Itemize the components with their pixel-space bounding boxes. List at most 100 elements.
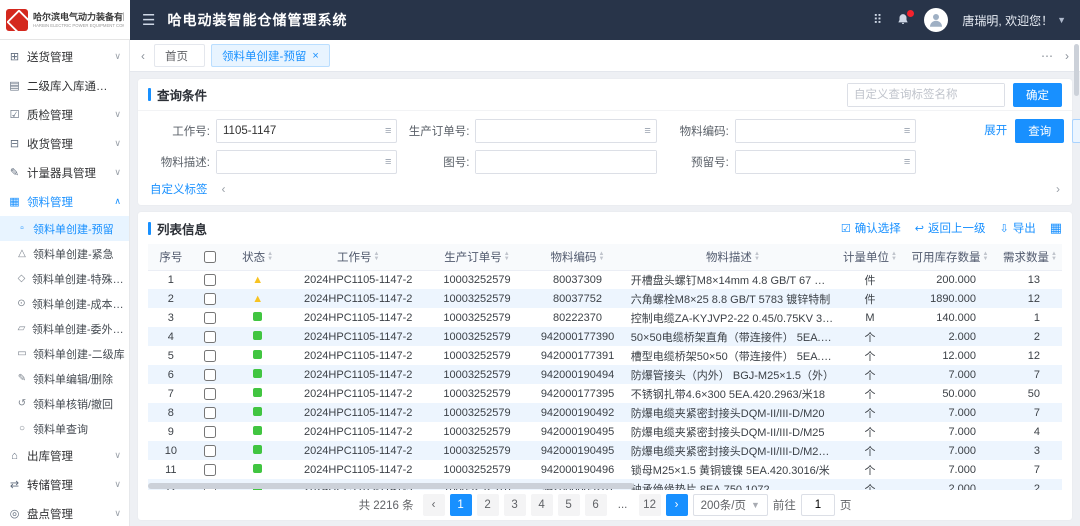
- sidebar-item[interactable]: 转储管理: [0, 470, 129, 499]
- table-row[interactable]: 11 2024HPC1105-1147-2 10003252579 942000…: [148, 460, 1062, 479]
- user-menu[interactable]: 唐瑞明, 欢迎您！ ▼: [962, 12, 1066, 29]
- row-checkbox[interactable]: [204, 407, 216, 419]
- custom-tag-link[interactable]: 自定义标签: [150, 181, 208, 197]
- sidebar-item[interactable]: 送货管理: [0, 42, 129, 71]
- back-button[interactable]: ↩返回上一级: [915, 220, 986, 236]
- order-no-input[interactable]: [476, 120, 642, 142]
- tags-scroll-left-icon[interactable]: ‹: [222, 182, 226, 196]
- list-select-icon[interactable]: ≡: [642, 125, 655, 137]
- row-checkbox[interactable]: [204, 312, 216, 324]
- table-row[interactable]: 2 2024HPC1105-1147-2 10003252579 8003775…: [148, 289, 1062, 308]
- row-checkbox[interactable]: [204, 293, 216, 305]
- list-select-icon[interactable]: ≡: [902, 156, 915, 168]
- sidebar-subitem[interactable]: 领料单创建-特殊项目: [0, 266, 129, 291]
- tabs-scroll-right-icon[interactable]: ›: [1062, 49, 1072, 63]
- sort-icon[interactable]: ▲▼: [373, 252, 379, 262]
- sort-icon[interactable]: ▲▼: [504, 252, 510, 262]
- tabs-scroll-left-icon[interactable]: ‹: [138, 49, 148, 63]
- table-row[interactable]: 1 2024HPC1105-1147-2 10003252579 8003730…: [148, 270, 1062, 289]
- tab[interactable]: 领料单创建-预留: [211, 44, 330, 67]
- page-button[interactable]: ...: [612, 494, 634, 516]
- horizontal-scrollbar[interactable]: [148, 483, 634, 489]
- table-row[interactable]: 9 2024HPC1105-1147-2 10003252579 9420001…: [148, 422, 1062, 441]
- row-checkbox[interactable]: [204, 426, 216, 438]
- list-select-icon[interactable]: ≡: [383, 156, 396, 168]
- sidebar-subitem[interactable]: 领料单创建-预留: [0, 216, 129, 241]
- tags-scroll-right-icon[interactable]: ›: [1056, 182, 1060, 196]
- expand-link[interactable]: 展开: [984, 119, 1007, 143]
- material-code-input[interactable]: [736, 120, 902, 142]
- row-checkbox[interactable]: [204, 464, 216, 476]
- close-icon[interactable]: [312, 50, 318, 62]
- reset-button[interactable]: 重置: [1072, 119, 1080, 143]
- sidebar-item[interactable]: 盘点管理: [0, 499, 129, 526]
- sidebar-item[interactable]: 质检管理: [0, 100, 129, 129]
- sidebar-item[interactable]: 二级库入库通知单: [0, 71, 129, 100]
- cell-material-desc: 不锈钢扎带4.6×300 5EA.420.2963/米18: [628, 384, 838, 403]
- row-checkbox[interactable]: [204, 445, 216, 457]
- table-row[interactable]: 5 2024HPC1105-1147-2 10003252579 9420001…: [148, 346, 1062, 365]
- sidebar-subitem[interactable]: 领料单创建-紧急: [0, 241, 129, 266]
- confirm-select-button[interactable]: ☑确认选择: [841, 220, 901, 236]
- column-settings-icon[interactable]: ▦: [1050, 220, 1062, 236]
- work-no-input[interactable]: [217, 120, 383, 142]
- row-checkbox[interactable]: [204, 331, 216, 343]
- row-checkbox[interactable]: [204, 350, 216, 362]
- table-row[interactable]: 7 2024HPC1105-1147-2 10003252579 9420001…: [148, 384, 1062, 403]
- row-checkbox[interactable]: [204, 369, 216, 381]
- row-checkbox[interactable]: [204, 274, 216, 286]
- confirm-button[interactable]: 确定: [1013, 83, 1062, 107]
- page-button[interactable]: 1: [450, 494, 472, 516]
- table-row[interactable]: 10 2024HPC1105-1147-2 10003252579 942000…: [148, 441, 1062, 460]
- sidebar-subitem[interactable]: 领料单创建-委外组件: [0, 316, 129, 341]
- reserve-no-input[interactable]: [736, 151, 902, 173]
- sidebar-item[interactable]: 收货管理: [0, 129, 129, 158]
- select-all-checkbox[interactable]: [204, 251, 216, 263]
- page-button[interactable]: 4: [531, 494, 553, 516]
- drawing-no-input[interactable]: [476, 151, 655, 173]
- prev-page-button[interactable]: ‹: [423, 494, 445, 516]
- sort-icon[interactable]: ▲▼: [599, 252, 605, 262]
- sort-icon[interactable]: ▲▼: [983, 252, 989, 262]
- sidebar-subitem[interactable]: 领料单核销/撤回: [0, 391, 129, 416]
- user-avatar[interactable]: [924, 8, 948, 32]
- sidebar-subitem[interactable]: 领料单查询: [0, 416, 129, 441]
- sidebar-subitem[interactable]: 领料单编辑/删除: [0, 366, 129, 391]
- list-select-icon[interactable]: ≡: [902, 125, 915, 137]
- table-row[interactable]: 4 2024HPC1105-1147-2 10003252579 9420001…: [148, 327, 1062, 346]
- sidebar-item[interactable]: 出库管理: [0, 441, 129, 470]
- page-size-select[interactable]: 200条/页 ▼: [693, 494, 768, 516]
- tabs-more-icon[interactable]: ⋯: [1038, 49, 1056, 63]
- sort-icon[interactable]: ▲▼: [891, 252, 897, 262]
- page-button[interactable]: 6: [585, 494, 607, 516]
- sidebar-item-material-management[interactable]: 领料管理: [0, 187, 129, 216]
- page-button[interactable]: 2: [477, 494, 499, 516]
- material-desc-input[interactable]: [217, 151, 383, 173]
- menu-collapse-icon[interactable]: ☰: [142, 11, 155, 29]
- page-button[interactable]: 3: [504, 494, 526, 516]
- field-reserve-no: 预留号: ≡: [657, 150, 916, 174]
- sidebar-item[interactable]: 计量器具管理: [0, 158, 129, 187]
- fullscreen-icon[interactable]: ⠿: [873, 12, 883, 28]
- sort-icon[interactable]: ▲▼: [267, 252, 273, 262]
- sidebar-subitem[interactable]: 领料单创建-成本中心: [0, 291, 129, 316]
- tab[interactable]: 首页: [154, 44, 205, 67]
- export-button[interactable]: ⇩导出: [999, 220, 1035, 236]
- next-page-button[interactable]: ›: [666, 494, 688, 516]
- search-button[interactable]: 查询: [1015, 119, 1064, 143]
- notification-bell-icon[interactable]: [896, 13, 910, 27]
- page-button[interactable]: 12: [639, 494, 661, 516]
- sort-icon[interactable]: ▲▼: [754, 252, 760, 262]
- sort-icon[interactable]: ▲▼: [1051, 252, 1057, 262]
- page-button[interactable]: 5: [558, 494, 580, 516]
- table-row[interactable]: 3 2024HPC1105-1147-2 10003252579 8022237…: [148, 308, 1062, 327]
- table-row[interactable]: 6 2024HPC1105-1147-2 10003252579 9420001…: [148, 365, 1062, 384]
- goto-page-input[interactable]: [801, 494, 835, 516]
- list-select-icon[interactable]: ≡: [383, 125, 396, 137]
- custom-tag-name-input[interactable]: [848, 84, 1004, 106]
- sidebar-subitem[interactable]: 领料单创建-二级库: [0, 341, 129, 366]
- vertical-scrollbar[interactable]: [1074, 44, 1079, 96]
- table-row[interactable]: 8 2024HPC1105-1147-2 10003252579 9420001…: [148, 403, 1062, 422]
- cell-material-code: 942000190492: [527, 403, 628, 422]
- row-checkbox[interactable]: [204, 388, 216, 400]
